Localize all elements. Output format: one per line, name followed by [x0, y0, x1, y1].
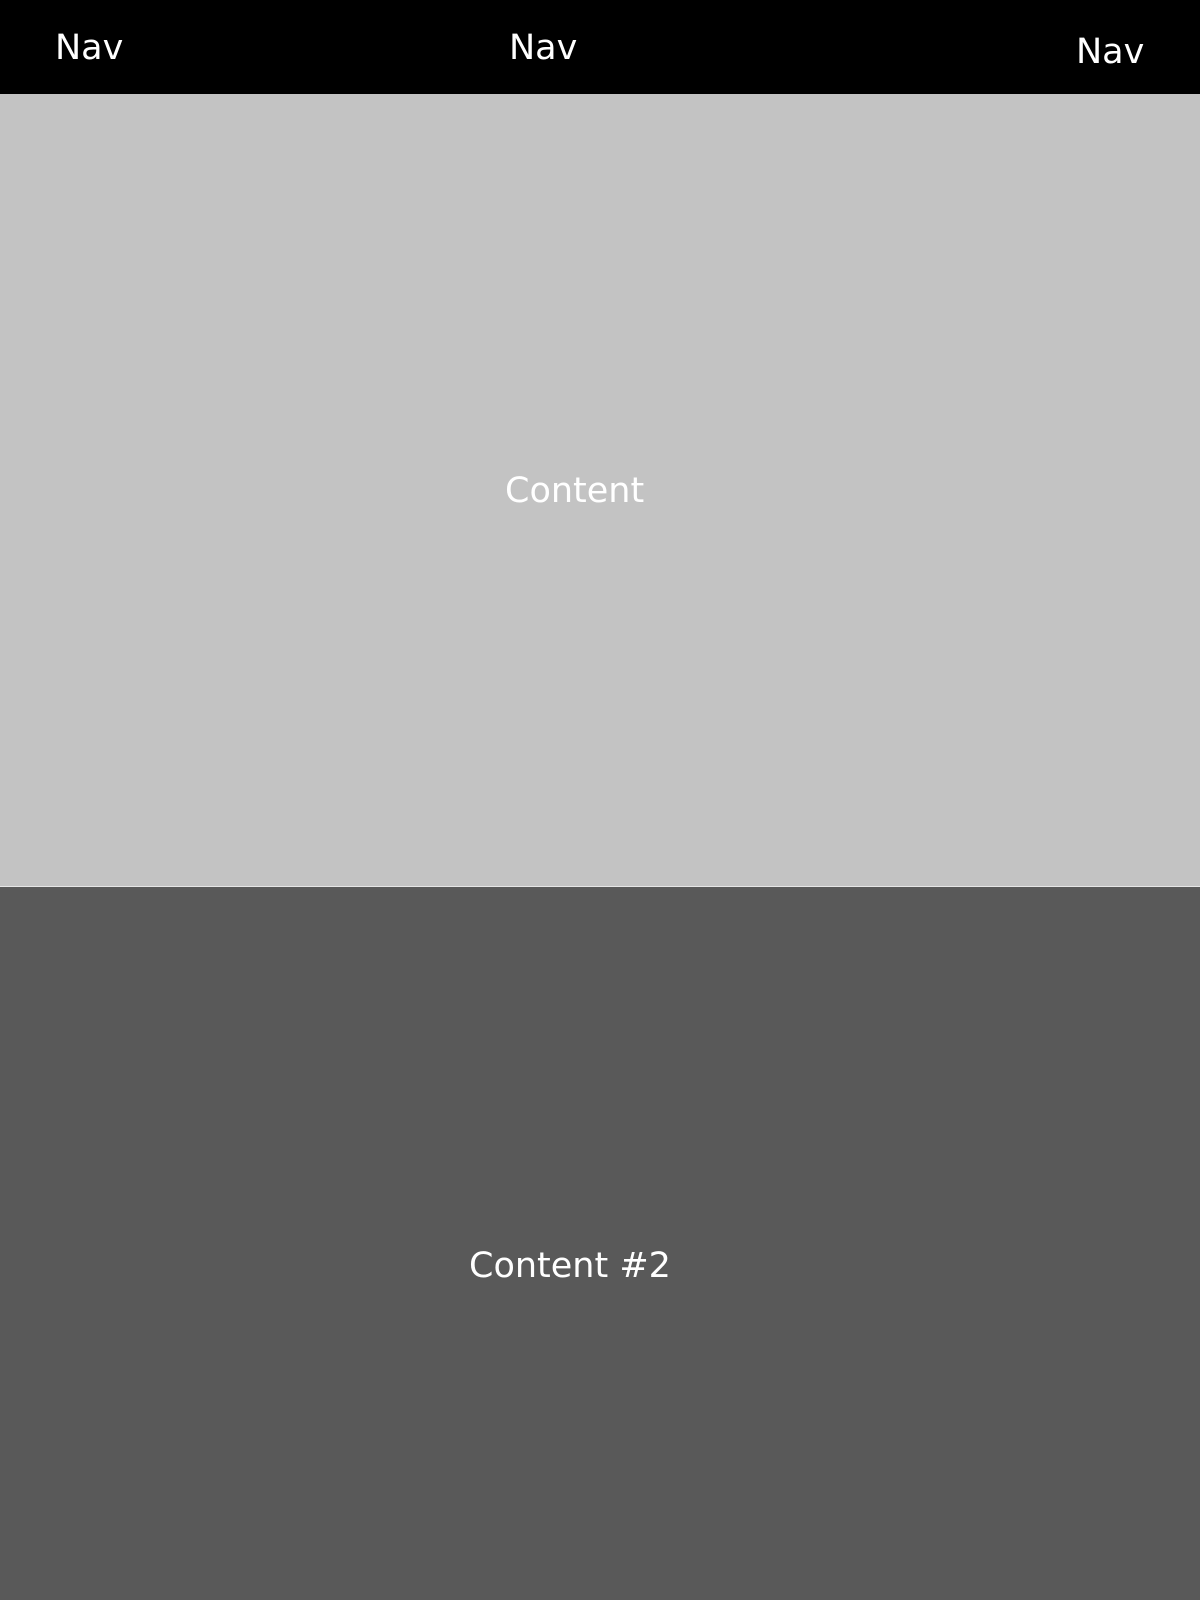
content-section-1-label: Content	[505, 471, 645, 511]
nav-link-2[interactable]: Nav	[509, 31, 577, 66]
top-nav-bar: Nav Nav Nav	[0, 0, 1200, 94]
content-section-2: Content #2	[0, 887, 1200, 1600]
content-section-2-label: Content #2	[469, 1246, 671, 1286]
nav-link-1[interactable]: Nav	[55, 31, 123, 66]
content-section-1: Content	[0, 94, 1200, 886]
nav-link-3[interactable]: Nav	[1076, 35, 1144, 70]
